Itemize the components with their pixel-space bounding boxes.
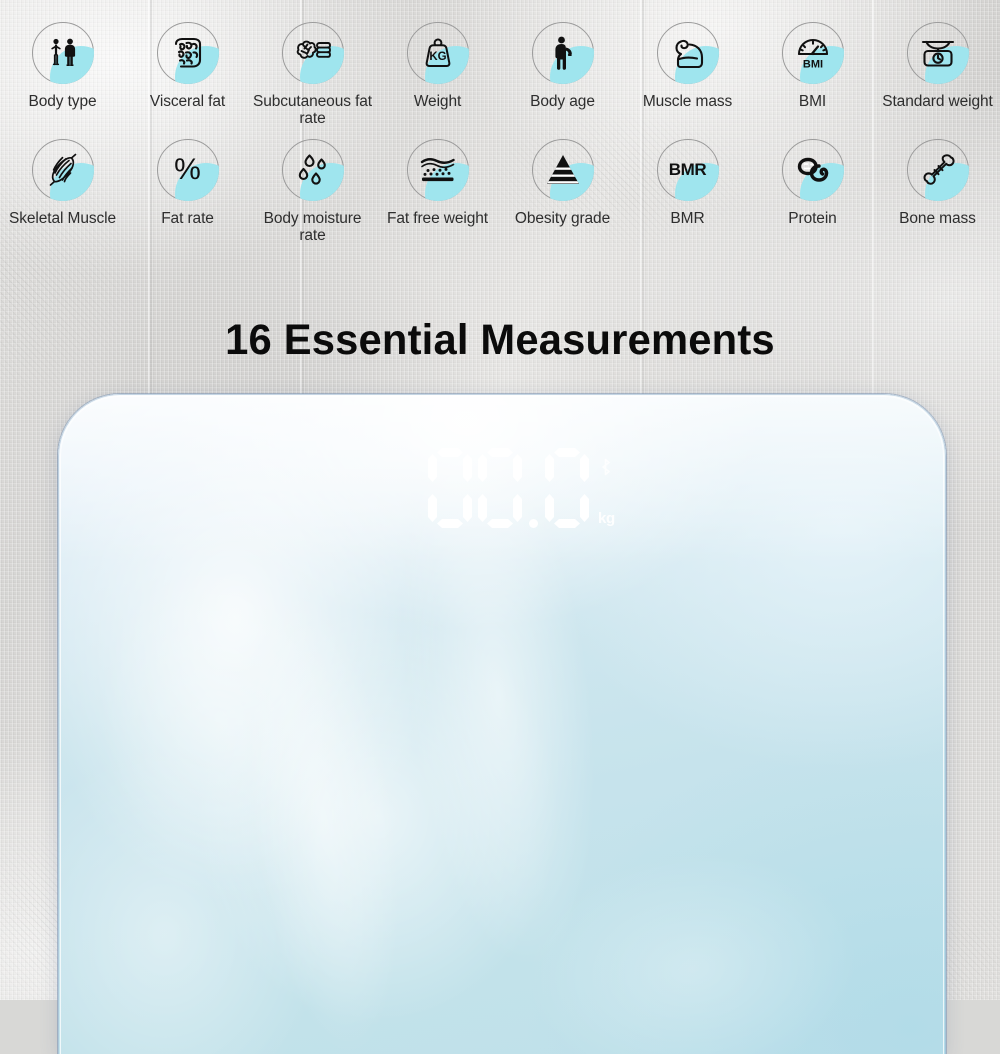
water-droplets-glyph: [283, 140, 343, 200]
kitchen-scale-glyph: [908, 23, 968, 83]
measurement-item-body-age[interactable]: Body age: [500, 22, 625, 127]
measurement-label: Body age: [530, 93, 595, 110]
percent-glyph: %: [158, 140, 218, 200]
measurement-item-fat-rate[interactable]: % Fat rate: [125, 139, 250, 244]
measurement-item-protein[interactable]: Protein: [750, 139, 875, 244]
flexed-bicep-glyph: [658, 23, 718, 83]
bmr-text: BMR: [668, 160, 707, 179]
measurement-label: Subcutaneous fat rate: [252, 93, 373, 127]
measurement-label: Muscle mass: [642, 93, 733, 110]
muscle-fiber-icon: [31, 139, 94, 201]
led-side-indicators: kg: [598, 448, 615, 528]
measurement-label: Weight: [413, 93, 462, 110]
standing-person-icon: [531, 22, 594, 84]
bluetooth-icon: [598, 458, 613, 476]
bmr-glyph: BMR: [658, 140, 718, 200]
measurement-label: Fat rate: [161, 210, 214, 227]
measurement-item-body-moisture-rate[interactable]: Body moisture rate: [250, 139, 375, 244]
measurement-item-obesity-grade[interactable]: Obesity grade: [500, 139, 625, 244]
measurement-icon-grid: Body type Visceral fat Subcutaneous fat …: [0, 22, 1000, 244]
measurement-item-subcutaneous-fat-rate[interactable]: Subcutaneous fat rate: [250, 22, 375, 127]
fat-tissue-icon: [281, 22, 344, 84]
measurement-label: Visceral fat: [149, 93, 226, 110]
measurement-label: Body type: [28, 93, 97, 110]
svg-text:KG: KG: [429, 51, 446, 63]
led-unit-label: kg: [598, 510, 615, 527]
percent-icon: %: [156, 139, 219, 201]
two-body-figures-icon: [31, 22, 94, 84]
bmi-gauge-glyph: BMI: [783, 23, 843, 83]
protein-molecule-icon: [781, 139, 844, 201]
intestines-icon: [156, 22, 219, 84]
bone-icon: [906, 139, 969, 201]
svg-text:BMI: BMI: [802, 59, 822, 71]
pyramid-icon: [531, 139, 594, 201]
page-headline: 16 Essential Measurements: [225, 316, 775, 364]
water-droplets-icon: [281, 139, 344, 201]
kitchen-scale-icon: [906, 22, 969, 84]
measurement-label: Skeletal Muscle: [8, 210, 117, 227]
measurement-item-standard-weight[interactable]: Standard weight: [875, 22, 1000, 127]
measurement-label: Protein: [788, 210, 837, 227]
bmi-gauge-icon: BMI: [781, 22, 844, 84]
measurement-item-body-type[interactable]: Body type: [0, 22, 125, 127]
muscle-fiber-glyph: [33, 140, 93, 200]
led-digit-1: [428, 448, 472, 528]
measurement-item-muscle-mass[interactable]: Muscle mass: [625, 22, 750, 127]
measurement-label: BMR: [670, 210, 705, 227]
measurement-label: Body moisture rate: [263, 210, 362, 244]
led-weight-display: kg: [428, 448, 615, 540]
measurement-item-skeletal-muscle[interactable]: Skeletal Muscle: [0, 139, 125, 244]
led-decimal-point: [529, 519, 538, 528]
measurement-label: Obesity grade: [514, 210, 611, 227]
measurement-row-2: Skeletal Muscle % Fat rate Body moisture…: [0, 139, 1000, 244]
kg-weight-icon: KG: [406, 22, 469, 84]
fat-tissue-glyph: [283, 23, 343, 83]
measurement-item-fat-free-weight[interactable]: Fat free weight: [375, 139, 500, 244]
measurement-item-weight[interactable]: KG Weight: [375, 22, 500, 127]
two-body-figures-glyph: [33, 23, 93, 83]
measurement-item-bmr[interactable]: BMR BMR: [625, 139, 750, 244]
bone-glyph: [908, 140, 968, 200]
intestines-glyph: [158, 23, 218, 83]
led-digit-3: [545, 448, 589, 528]
protein-molecule-glyph: [783, 140, 843, 200]
standing-person-glyph: [533, 23, 593, 83]
flexed-bicep-icon: [656, 22, 719, 84]
skin-layer-glyph: [408, 140, 468, 200]
led-digits: [428, 448, 589, 528]
measurement-item-bone-mass[interactable]: Bone mass: [875, 139, 1000, 244]
measurement-label: Bone mass: [899, 210, 976, 227]
kg-weight-glyph: KG: [408, 23, 468, 83]
led-digit-2: [478, 448, 522, 528]
measurement-label: Standard weight: [882, 93, 993, 110]
measurement-item-visceral-fat[interactable]: Visceral fat: [125, 22, 250, 127]
skin-layer-icon: [406, 139, 469, 201]
percent-symbol: %: [174, 153, 201, 186]
measurement-label: BMI: [798, 93, 827, 110]
bmr-text-icon: BMR: [656, 139, 719, 201]
measurement-label: Fat free weight: [386, 210, 489, 227]
measurement-row-1: Body type Visceral fat Subcutaneous fat …: [0, 22, 1000, 127]
measurement-item-bmi[interactable]: BMI BMI: [750, 22, 875, 127]
pyramid-glyph: [533, 140, 593, 200]
